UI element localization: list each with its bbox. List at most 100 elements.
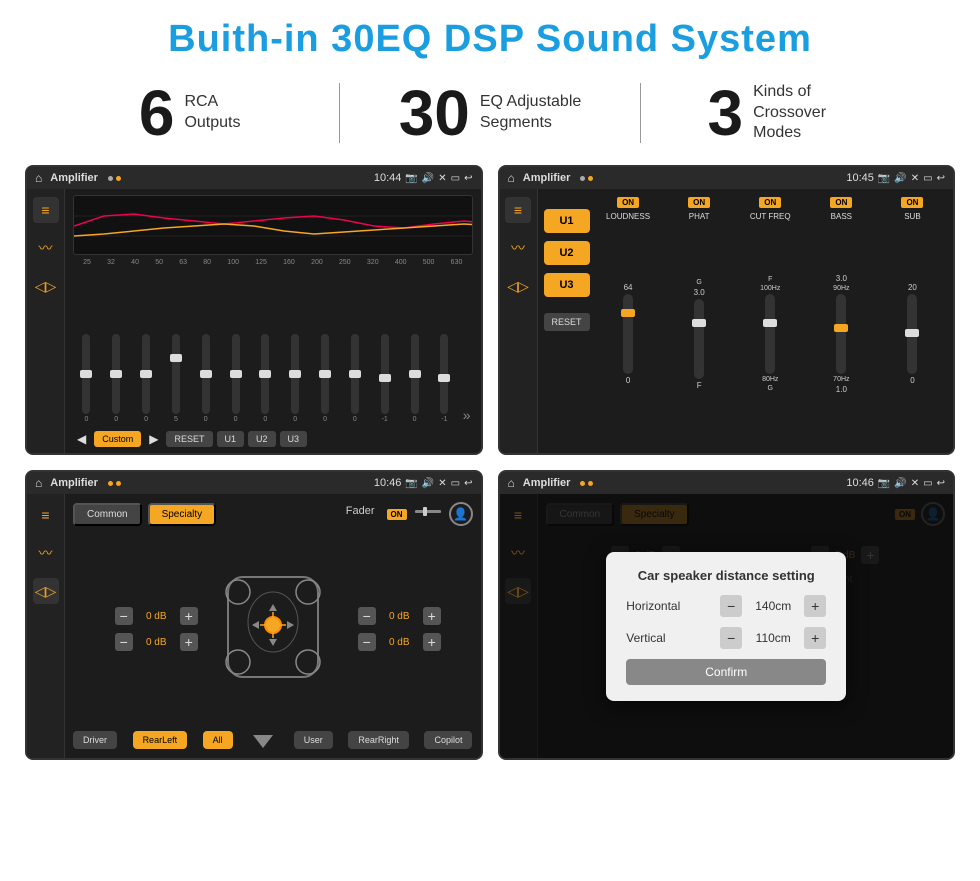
screens-grid: ⌂ Amplifier 10:44 📷 🔊 ✕ ▭ ↩ ≡ 〰 ◁▷: [0, 160, 980, 770]
stats-row: 6 RCAOutputs 30 EQ AdjustableSegments 3 …: [0, 71, 980, 160]
u2-btn[interactable]: U2: [544, 241, 590, 265]
eq-slider-10[interactable]: 0: [341, 334, 368, 423]
u1-btn-eq[interactable]: U1: [217, 431, 245, 447]
vertical-label: Vertical: [626, 631, 665, 645]
dot4: [588, 176, 593, 181]
minimize-icon-4: ▭: [923, 478, 932, 489]
dot1: [108, 176, 113, 181]
eq-main: 2532405063 80100125160200 25032040050063…: [65, 189, 481, 453]
eq-icon-2[interactable]: ≡: [505, 197, 531, 223]
bass-slider[interactable]: 3.0 90Hz 70Hz 1.0: [833, 223, 849, 445]
vertical-minus[interactable]: −: [720, 627, 742, 649]
nav-arrows: »: [461, 407, 473, 423]
cutfreq-slider[interactable]: F 100Hz 80Hz G: [760, 223, 780, 445]
status-icons-2: 📷 🔊 ✕ ▭ ↩: [878, 173, 945, 184]
horizontal-minus[interactable]: −: [720, 595, 742, 617]
status-bar-1: ⌂ Amplifier 10:44 📷 🔊 ✕ ▭ ↩: [27, 167, 481, 189]
home-icon-2[interactable]: ⌂: [508, 171, 515, 185]
eq-icon[interactable]: ≡: [33, 197, 59, 223]
eq-slider-11[interactable]: -1: [371, 334, 398, 423]
fader-on-badge: ON: [387, 509, 407, 520]
eq-slider-7[interactable]: 0: [252, 334, 279, 423]
prev-btn[interactable]: ◀: [73, 432, 90, 446]
eq-slider-4[interactable]: 5: [162, 334, 189, 423]
horizontal-plus[interactable]: +: [804, 595, 826, 617]
screen-eq: ⌂ Amplifier 10:44 📷 🔊 ✕ ▭ ↩ ≡ 〰 ◁▷: [25, 165, 483, 455]
u3-btn[interactable]: U3: [544, 273, 590, 297]
db-minus-1[interactable]: −: [115, 607, 133, 625]
eq-icon-3[interactable]: ≡: [33, 502, 59, 528]
phat-slider[interactable]: G 3.0 F: [694, 223, 705, 445]
db-plus-2[interactable]: +: [180, 633, 198, 651]
user-btn[interactable]: User: [294, 731, 333, 749]
rearleft-btn[interactable]: RearLeft: [133, 731, 188, 749]
db-controls-left: − 0 dB + − 0 dB +: [115, 607, 198, 651]
loudness-slider[interactable]: 64 0: [623, 223, 633, 445]
vertical-plus[interactable]: +: [804, 627, 826, 649]
eq-slider-6[interactable]: 0: [222, 334, 249, 423]
volume-icon-1: 🔊: [422, 173, 434, 184]
confirm-button[interactable]: Confirm: [626, 659, 826, 685]
home-icon-3[interactable]: ⌂: [35, 476, 42, 490]
distance-dialog: Car speaker distance setting Horizontal …: [606, 552, 846, 701]
driver-btn[interactable]: Driver: [73, 731, 117, 749]
wave-icon-3[interactable]: 〰: [33, 540, 59, 566]
db-minus-3[interactable]: −: [358, 607, 376, 625]
db-minus-2[interactable]: −: [115, 633, 133, 651]
specialty-tab[interactable]: Specialty: [148, 503, 217, 526]
eq-slider-12[interactable]: 0: [401, 334, 428, 423]
xo-col-loudness: ON LOUDNESS 64 0: [596, 197, 661, 445]
db-row-1: − 0 dB +: [115, 607, 198, 625]
all-btn[interactable]: All: [203, 731, 233, 749]
speaker-icon[interactable]: ◁▷: [33, 273, 59, 299]
copilot-btn[interactable]: Copilot: [424, 731, 472, 749]
eq-graph-svg: [74, 196, 472, 254]
profile-icon[interactable]: 👤: [449, 502, 473, 526]
fader-slider-icon[interactable]: [413, 504, 443, 524]
reset-btn-xo[interactable]: RESET: [544, 313, 590, 331]
custom-btn[interactable]: Custom: [94, 431, 141, 447]
db-plus-4[interactable]: +: [423, 633, 441, 651]
u1-btn[interactable]: U1: [544, 209, 590, 233]
sub-on: ON: [901, 197, 923, 208]
eq-slider-8[interactable]: 0: [282, 334, 309, 423]
horizontal-value: 140cm: [748, 599, 798, 613]
arrow-right[interactable]: »: [463, 407, 471, 423]
eq-slider-13[interactable]: -1: [431, 334, 458, 423]
screen-dialog: ⌂ Amplifier 10:46 📷 🔊 ✕ ▭ ↩ ≡ 〰 ◁▷: [498, 470, 956, 760]
cutfreq-on: ON: [759, 197, 781, 208]
db-row-3: − 0 dB +: [358, 607, 441, 625]
volume-icon-4: 🔊: [894, 478, 906, 489]
loudness-on: ON: [617, 197, 639, 208]
camera-icon-2: 📷: [878, 173, 890, 184]
home-icon-4[interactable]: ⌂: [508, 476, 515, 490]
minimize-icon-3: ▭: [451, 478, 460, 489]
home-icon-1[interactable]: ⌂: [35, 171, 42, 185]
rearleft-btn2[interactable]: RearRight: [348, 731, 409, 749]
phat-on: ON: [688, 197, 710, 208]
reset-btn-eq[interactable]: RESET: [166, 431, 212, 447]
db-plus-1[interactable]: +: [180, 607, 198, 625]
speaker-icon-3[interactable]: ◁▷: [33, 578, 59, 604]
u2-btn-eq[interactable]: U2: [248, 431, 276, 447]
xo-col-phat: ON PHAT G 3.0 F: [667, 197, 732, 445]
db-plus-3[interactable]: +: [423, 607, 441, 625]
stat-crossover: 3 Kinds ofCrossover Modes: [661, 81, 920, 145]
status-bar-3: ⌂ Amplifier 10:46 📷 🔊 ✕ ▭ ↩: [27, 472, 481, 494]
eq-slider-5[interactable]: 0: [192, 334, 219, 423]
common-tab[interactable]: Common: [73, 503, 142, 526]
u3-btn-eq[interactable]: U3: [280, 431, 308, 447]
eq-slider-3[interactable]: 0: [133, 334, 160, 423]
eq-slider-2[interactable]: 0: [103, 334, 130, 423]
next-btn[interactable]: ▶: [145, 432, 162, 446]
eq-slider-1[interactable]: 0: [73, 334, 100, 423]
speaker-icon-2[interactable]: ◁▷: [505, 273, 531, 299]
wave-icon[interactable]: 〰: [33, 235, 59, 261]
u-buttons: U1 U2 U3 RESET: [538, 189, 596, 453]
fader-main: Common Specialty Fader ON 👤 −: [65, 494, 481, 758]
sub-slider[interactable]: 20 0: [907, 223, 917, 445]
back-icon-2: ↩: [937, 173, 945, 184]
db-minus-4[interactable]: −: [358, 633, 376, 651]
eq-slider-9[interactable]: 0: [312, 334, 339, 423]
wave-icon-2[interactable]: 〰: [505, 235, 531, 261]
